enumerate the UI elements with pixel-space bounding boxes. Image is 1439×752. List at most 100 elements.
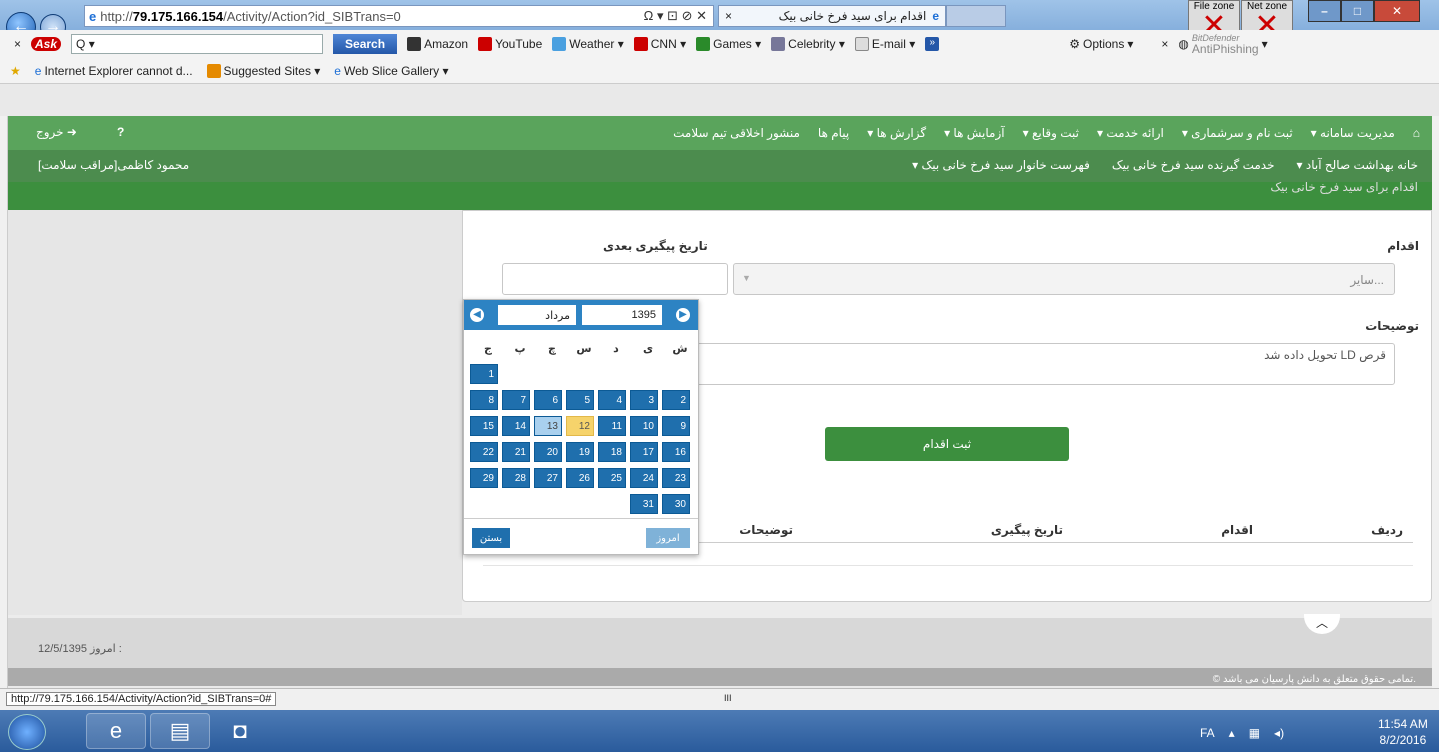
fav-item-ie[interactable]: e Internet Explorer cannot d...: [35, 64, 193, 78]
logout-link[interactable]: خروج ➜: [36, 125, 77, 139]
calendar-day[interactable]: 1: [470, 364, 498, 384]
fav-label: Web Slice Gallery ▾: [343, 63, 449, 78]
network-icon[interactable]: ▦: [1249, 726, 1260, 740]
lang-indicator[interactable]: FA: [1200, 726, 1215, 740]
next-date-input[interactable]: [502, 263, 728, 295]
app-taskbar-icon[interactable]: ◘: [210, 713, 270, 749]
calendar-day[interactable]: 7: [502, 390, 530, 410]
home-icon[interactable]: ⌂: [1413, 126, 1420, 140]
prev-month-icon[interactable]: ◀: [470, 308, 484, 322]
calendar-day[interactable]: 18: [598, 442, 626, 462]
folder-taskbar-icon[interactable]: ▤: [150, 713, 210, 749]
more-icon[interactable]: »: [925, 37, 940, 51]
calendar-day[interactable]: 21: [502, 442, 530, 462]
tab-close-icon[interactable]: ×: [725, 9, 732, 23]
toolbar-item-cnn[interactable]: CNN ▾: [633, 37, 686, 51]
minimize-button[interactable]: –: [1308, 0, 1341, 22]
menu-item[interactable]: مدیریت سامانه ▾: [1311, 126, 1395, 140]
calendar-day[interactable]: 13: [534, 416, 562, 436]
calendar-day[interactable]: 29: [470, 468, 498, 488]
calendar-day[interactable]: 20: [534, 442, 562, 462]
menu-item[interactable]: آزمایش ها ▾: [944, 126, 1005, 140]
month-select[interactable]: مرداد: [498, 305, 576, 325]
close-icon[interactable]: ×: [1161, 37, 1168, 51]
calendar-day[interactable]: 11: [598, 416, 626, 436]
fav-item-suggested[interactable]: Suggested Sites ▾: [206, 63, 320, 78]
toolbar-item-youtube[interactable]: YouTube: [478, 37, 542, 51]
menu-item[interactable]: گزارش ها ▾: [867, 126, 926, 140]
calendar-day[interactable]: 25: [598, 468, 626, 488]
breadcrumb-item[interactable]: فهرست خانوار سید فرخ خانی بیک ▾: [912, 158, 1090, 172]
antiphishing[interactable]: ◍ BitDefender AntiPhishing ▾: [1178, 33, 1267, 55]
calendar-day[interactable]: 27: [534, 468, 562, 488]
fav-item-webslice[interactable]: e Web Slice Gallery ▾: [334, 64, 448, 78]
close-toolbar-icon[interactable]: ×: [14, 37, 21, 51]
calendar-day[interactable]: 19: [566, 442, 594, 462]
start-button[interactable]: [8, 714, 46, 750]
calendar-day[interactable]: 9: [662, 416, 690, 436]
ie-taskbar-icon[interactable]: e: [86, 713, 146, 749]
scroll-top-icon[interactable]: ︿: [1304, 614, 1340, 634]
year-select[interactable]: 1395: [582, 305, 662, 325]
calendar-day[interactable]: 5: [566, 390, 594, 410]
calendar-day[interactable]: 26: [566, 468, 594, 488]
toolbar-item-email[interactable]: E-mail ▾: [854, 37, 915, 51]
options-menu[interactable]: ⚙ Options ▾: [1069, 37, 1133, 51]
tray-up-icon[interactable]: ▴: [1229, 726, 1235, 740]
calendar-day[interactable]: 14: [502, 416, 530, 436]
menu-item[interactable]: پیام ها: [818, 126, 849, 140]
calendar-day[interactable]: 22: [470, 442, 498, 462]
calendar-day[interactable]: 24: [630, 468, 658, 488]
calendar-day[interactable]: 16: [662, 442, 690, 462]
menu-item[interactable]: ارائه خدمت ▾: [1097, 126, 1164, 140]
breadcrumb-item[interactable]: خدمت گیرنده سید فرخ خانی بیک: [1112, 158, 1275, 172]
calendar-day[interactable]: 6: [534, 390, 562, 410]
calendar-day[interactable]: 12: [566, 416, 594, 436]
address-bar[interactable]: e http://79.175.166.154/Activity/Action?…: [84, 5, 714, 27]
breadcrumb-item[interactable]: خانه بهداشت صالح آباد ▾: [1297, 158, 1418, 172]
close-calendar-button[interactable]: بستن: [472, 528, 510, 548]
vertical-scrollbar[interactable]: [0, 116, 8, 690]
search-button[interactable]: Search: [333, 34, 398, 54]
calendar-day[interactable]: 23: [662, 468, 690, 488]
next-month-icon[interactable]: ▶: [676, 308, 690, 322]
address-controls[interactable]: Ω ▾ ⊡ ⊘ ✕: [644, 8, 707, 24]
toolbar-item-celebrity[interactable]: Celebrity ▾: [771, 37, 845, 51]
vertical-scrollbar-right[interactable]: [1432, 116, 1439, 690]
clock[interactable]: 11:54 AM 8/2/2016: [1378, 716, 1428, 748]
action-select[interactable]: سایر... ▼: [733, 263, 1395, 295]
calendar-day[interactable]: 31: [630, 494, 658, 514]
user-menu[interactable]: محمود کاظمی[مراقب سلامت]: [38, 158, 189, 172]
new-tab-button[interactable]: [946, 5, 1006, 27]
today-button[interactable]: امروز: [646, 528, 690, 548]
url-host: 79.175.166.154: [132, 8, 224, 24]
maximize-button[interactable]: □: [1341, 0, 1374, 22]
calendar-day[interactable]: 17: [630, 442, 658, 462]
menu-item[interactable]: منشور اخلاقی تیم سلامت: [673, 126, 800, 140]
calendar-day[interactable]: 10: [630, 416, 658, 436]
calendar-day[interactable]: 4: [598, 390, 626, 410]
calendar-day[interactable]: 28: [502, 468, 530, 488]
calendar-day[interactable]: 15: [470, 416, 498, 436]
volume-icon[interactable]: ◂): [1274, 726, 1284, 740]
hscroll-grip[interactable]: III: [724, 693, 732, 703]
ask-search-input[interactable]: Q ▾: [71, 34, 324, 54]
close-window-button[interactable]: ✕: [1374, 0, 1420, 22]
help-icon[interactable]: ?: [117, 125, 124, 139]
calendar-day[interactable]: 30: [662, 494, 690, 514]
toolbar-item-weather[interactable]: Weather ▾: [552, 37, 624, 51]
user-name: محمود کاظمی[مراقب سلامت]: [38, 158, 190, 172]
menu-item[interactable]: ثبت وقایع ▾: [1023, 126, 1079, 140]
submit-action-button[interactable]: ثبت اقدام: [825, 427, 1069, 461]
notes-textarea[interactable]: قرص LD تحویل داده شد: [695, 343, 1395, 385]
calendar-day[interactable]: 8: [470, 390, 498, 410]
toolbar-item-games[interactable]: Games ▾: [696, 37, 761, 51]
calendar-day[interactable]: 3: [630, 390, 658, 410]
youtube-icon: [478, 37, 493, 51]
menu-item[interactable]: ثبت نام و سرشماری ▾: [1182, 126, 1293, 140]
weekday-header: ی: [642, 343, 654, 355]
favorites-star-icon[interactable]: ★: [10, 64, 21, 78]
tab-active[interactable]: × اقدام برای سید فرخ خانی بیک e: [718, 5, 946, 27]
toolbar-item-amazon[interactable]: Amazon: [407, 37, 468, 51]
calendar-day[interactable]: 2: [662, 390, 690, 410]
